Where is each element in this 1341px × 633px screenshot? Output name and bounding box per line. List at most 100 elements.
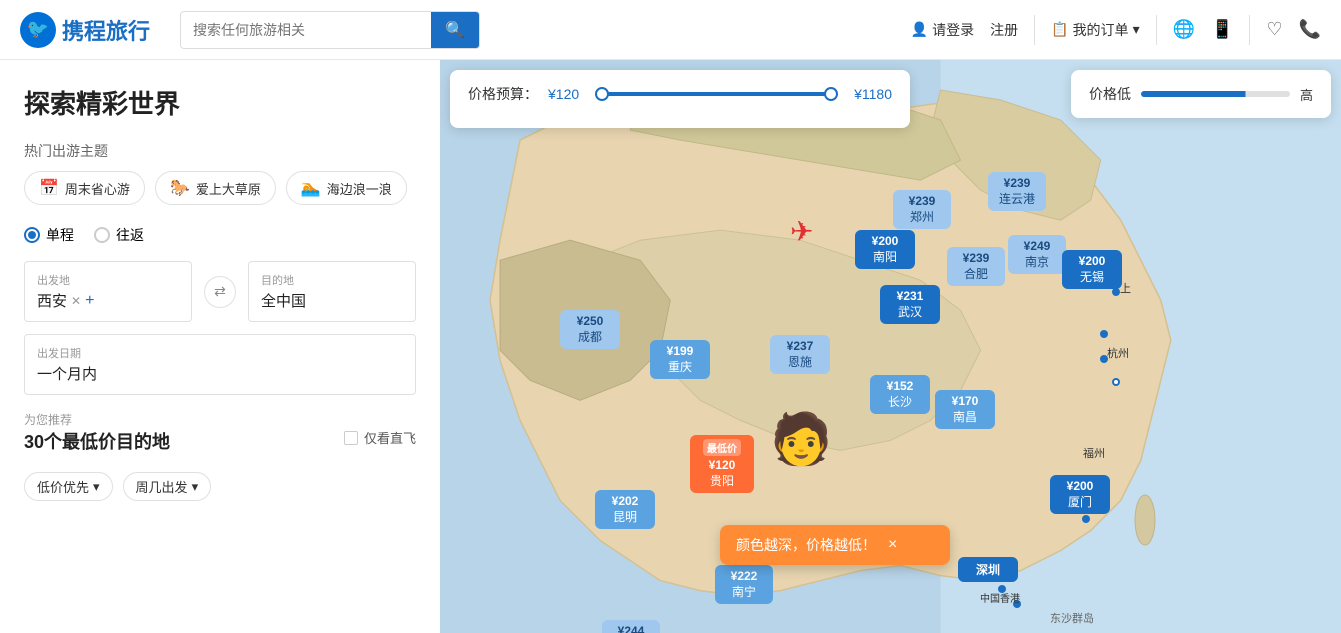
chengdu-city: 成都 [568, 328, 612, 345]
departure-label: 出发地 [37, 272, 179, 288]
hefei-price: ¥239 [955, 251, 997, 265]
fuzhou-label: 福州 [1083, 445, 1105, 461]
header-right: 👤 请登录 注册 📋 我的订单 ▾ 🌐 📱 ♡ 📞 [911, 15, 1321, 45]
departure-field[interactable]: 出发地 西安 ✕ + [24, 261, 192, 322]
themes-label: 热门出游主题 [24, 141, 416, 161]
nanyang-price: ¥200 [863, 234, 907, 248]
enshi-city: 恩施 [778, 353, 822, 370]
marker-kunming[interactable]: ¥202 昆明 [595, 490, 655, 529]
swim-icon: 🏊 [301, 178, 321, 198]
hk-label: 中国香港 [980, 590, 1020, 605]
phone-icon[interactable]: 📞 [1299, 19, 1321, 40]
globe-icon[interactable]: 🌐 [1173, 19, 1195, 40]
date-field[interactable]: 出发日期 一个月内 [24, 334, 416, 395]
hefei-city: 合肥 [955, 265, 997, 282]
left-panel: 探索精彩世界 热门出游主题 📅 周末省心游 🐎 爱上大草原 🏊 海边浪一浪 单程 [0, 60, 440, 633]
marker-244[interactable]: ¥244 [602, 620, 660, 633]
direct-only-checkbox[interactable]: 仅看直飞 [344, 428, 416, 447]
sort-day-of-week[interactable]: 周几出发 ▾ [123, 472, 212, 501]
recommend-header: 为您推荐 30个最低价目的地 仅看直飞 [24, 411, 416, 464]
nanning-city: 南宁 [723, 583, 765, 600]
wuhan-city: 武汉 [888, 303, 932, 320]
lowest-badge: 最低价 [703, 439, 741, 456]
marker-wuhan[interactable]: ¥231 武汉 [880, 285, 940, 324]
mobile-icon[interactable]: 📱 [1211, 19, 1233, 40]
price-filter: 价格预算： ¥120 ¥1180 [450, 70, 910, 128]
marker-chongqing[interactable]: ¥199 重庆 [650, 340, 710, 379]
lianyungang-price: ¥239 [996, 176, 1038, 190]
marker-nanning[interactable]: ¥222 南宁 [715, 565, 773, 604]
marker-hefei[interactable]: ¥239 合肥 [947, 247, 1005, 286]
plane-icon: ✈ [790, 215, 813, 248]
login-button[interactable]: 👤 请登录 [911, 20, 974, 40]
chongqing-city: 重庆 [658, 358, 702, 375]
guiyang-price: ¥120 [698, 458, 746, 472]
register-button[interactable]: 注册 [990, 20, 1018, 40]
marker-zhengzhou[interactable]: ¥239 郑州 [893, 190, 951, 229]
theme-tag-beach[interactable]: 🏊 海边浪一浪 [286, 171, 407, 205]
tooltip-text: 颜色越深，价格越低！ [736, 535, 876, 555]
price-thumb-right[interactable] [824, 87, 838, 101]
sort-low-price[interactable]: 低价优先 ▾ [24, 472, 113, 501]
character-figure: 🧑 [770, 410, 832, 469]
sort-filter: 价格低 高 [1071, 70, 1331, 118]
search-input[interactable] [181, 14, 431, 46]
marker-chengdu[interactable]: ¥250 成都 [560, 310, 620, 349]
orders-button[interactable]: 📋 我的订单 ▾ [1051, 20, 1139, 40]
marker-wuxi[interactable]: ¥200 无锡 [1062, 250, 1122, 289]
oneway-radio[interactable]: 单程 [24, 225, 74, 245]
wuxi-city: 无锡 [1070, 268, 1114, 285]
marker-changsha[interactable]: ¥152 长沙 [870, 375, 930, 414]
theme-beach-label: 海边浪一浪 [327, 179, 392, 198]
tooltip-bubble: 颜色越深，价格越低！ × [720, 525, 950, 565]
date-label: 出发日期 [37, 345, 403, 361]
sort-filter-high: 高 [1300, 85, 1313, 104]
roundtrip-radio[interactable]: 往返 [94, 225, 144, 245]
theme-prairie-label: 爱上大草原 [196, 179, 261, 198]
chongqing-price: ¥199 [658, 344, 702, 358]
xiamen-city: 厦门 [1058, 493, 1102, 510]
recommend-sub-label: 为您推荐 30个最低价目的地 [24, 411, 170, 464]
departure-close[interactable]: ✕ [71, 294, 81, 308]
heart-icon[interactable]: ♡ [1266, 19, 1282, 40]
marker-xiamen[interactable]: ¥200 厦门 [1050, 475, 1110, 514]
divider-1 [1034, 15, 1035, 45]
zhengzhou-price: ¥239 [901, 194, 943, 208]
user-icon: 👤 [911, 21, 928, 38]
changsha-price: ¥152 [878, 379, 922, 393]
departure-add[interactable]: + [85, 292, 94, 310]
nanning-price: ¥222 [723, 569, 765, 583]
logo[interactable]: 🐦 携程旅行 [20, 12, 150, 48]
orders-chevron: ▾ [1133, 21, 1140, 38]
bottom-price: ¥244 [610, 624, 652, 633]
destination-field[interactable]: 目的地 全中国 [248, 261, 416, 322]
sort-low-price-label: 低价优先 [37, 477, 89, 496]
enshi-price: ¥237 [778, 339, 822, 353]
price-thumb-left[interactable] [595, 87, 609, 101]
sort-day-label: 周几出发 [136, 477, 188, 496]
sh-label: 上 [1120, 280, 1131, 296]
search-button[interactable]: 🔍 [431, 12, 479, 48]
oneway-dot [24, 227, 40, 243]
nanyang-city: 南阳 [863, 248, 907, 265]
marker-enshi[interactable]: ¥237 恩施 [770, 335, 830, 374]
marker-shenzhen[interactable]: 深圳 [958, 557, 1018, 582]
tooltip-close[interactable]: × [888, 536, 897, 554]
kunming-city: 昆明 [603, 508, 647, 525]
marker-guiyang[interactable]: 最低价 ¥120 贵阳 [690, 435, 754, 493]
recommend-section: 为您推荐 30个最低价目的地 仅看直飞 低价优先 ▾ 周几出发 ▾ [24, 411, 416, 501]
marker-nanyang[interactable]: ¥200 南阳 [855, 230, 915, 269]
roundtrip-label: 往返 [116, 225, 144, 245]
marker-nanchang[interactable]: ¥170 南昌 [935, 390, 995, 429]
theme-tags: 📅 周末省心游 🐎 爱上大草原 🏊 海边浪一浪 [24, 171, 416, 205]
marker-lianyungang[interactable]: ¥239 连云港 [988, 172, 1046, 211]
chengdu-price: ¥250 [568, 314, 612, 328]
marker-nanjing[interactable]: ¥249 南京 [1008, 235, 1066, 274]
theme-tag-prairie[interactable]: 🐎 爱上大草原 [155, 171, 276, 205]
theme-tag-weekend[interactable]: 📅 周末省心游 [24, 171, 145, 205]
map-area: 价格预算： ¥120 ¥1180 价格低 高 ✈ 最低价 ¥120 [440, 60, 1341, 633]
swap-button[interactable]: ⇄ [204, 276, 236, 308]
price-slider-track[interactable] [599, 92, 834, 96]
orders-icon: 📋 [1051, 21, 1068, 38]
sort-slider[interactable] [1141, 91, 1290, 97]
